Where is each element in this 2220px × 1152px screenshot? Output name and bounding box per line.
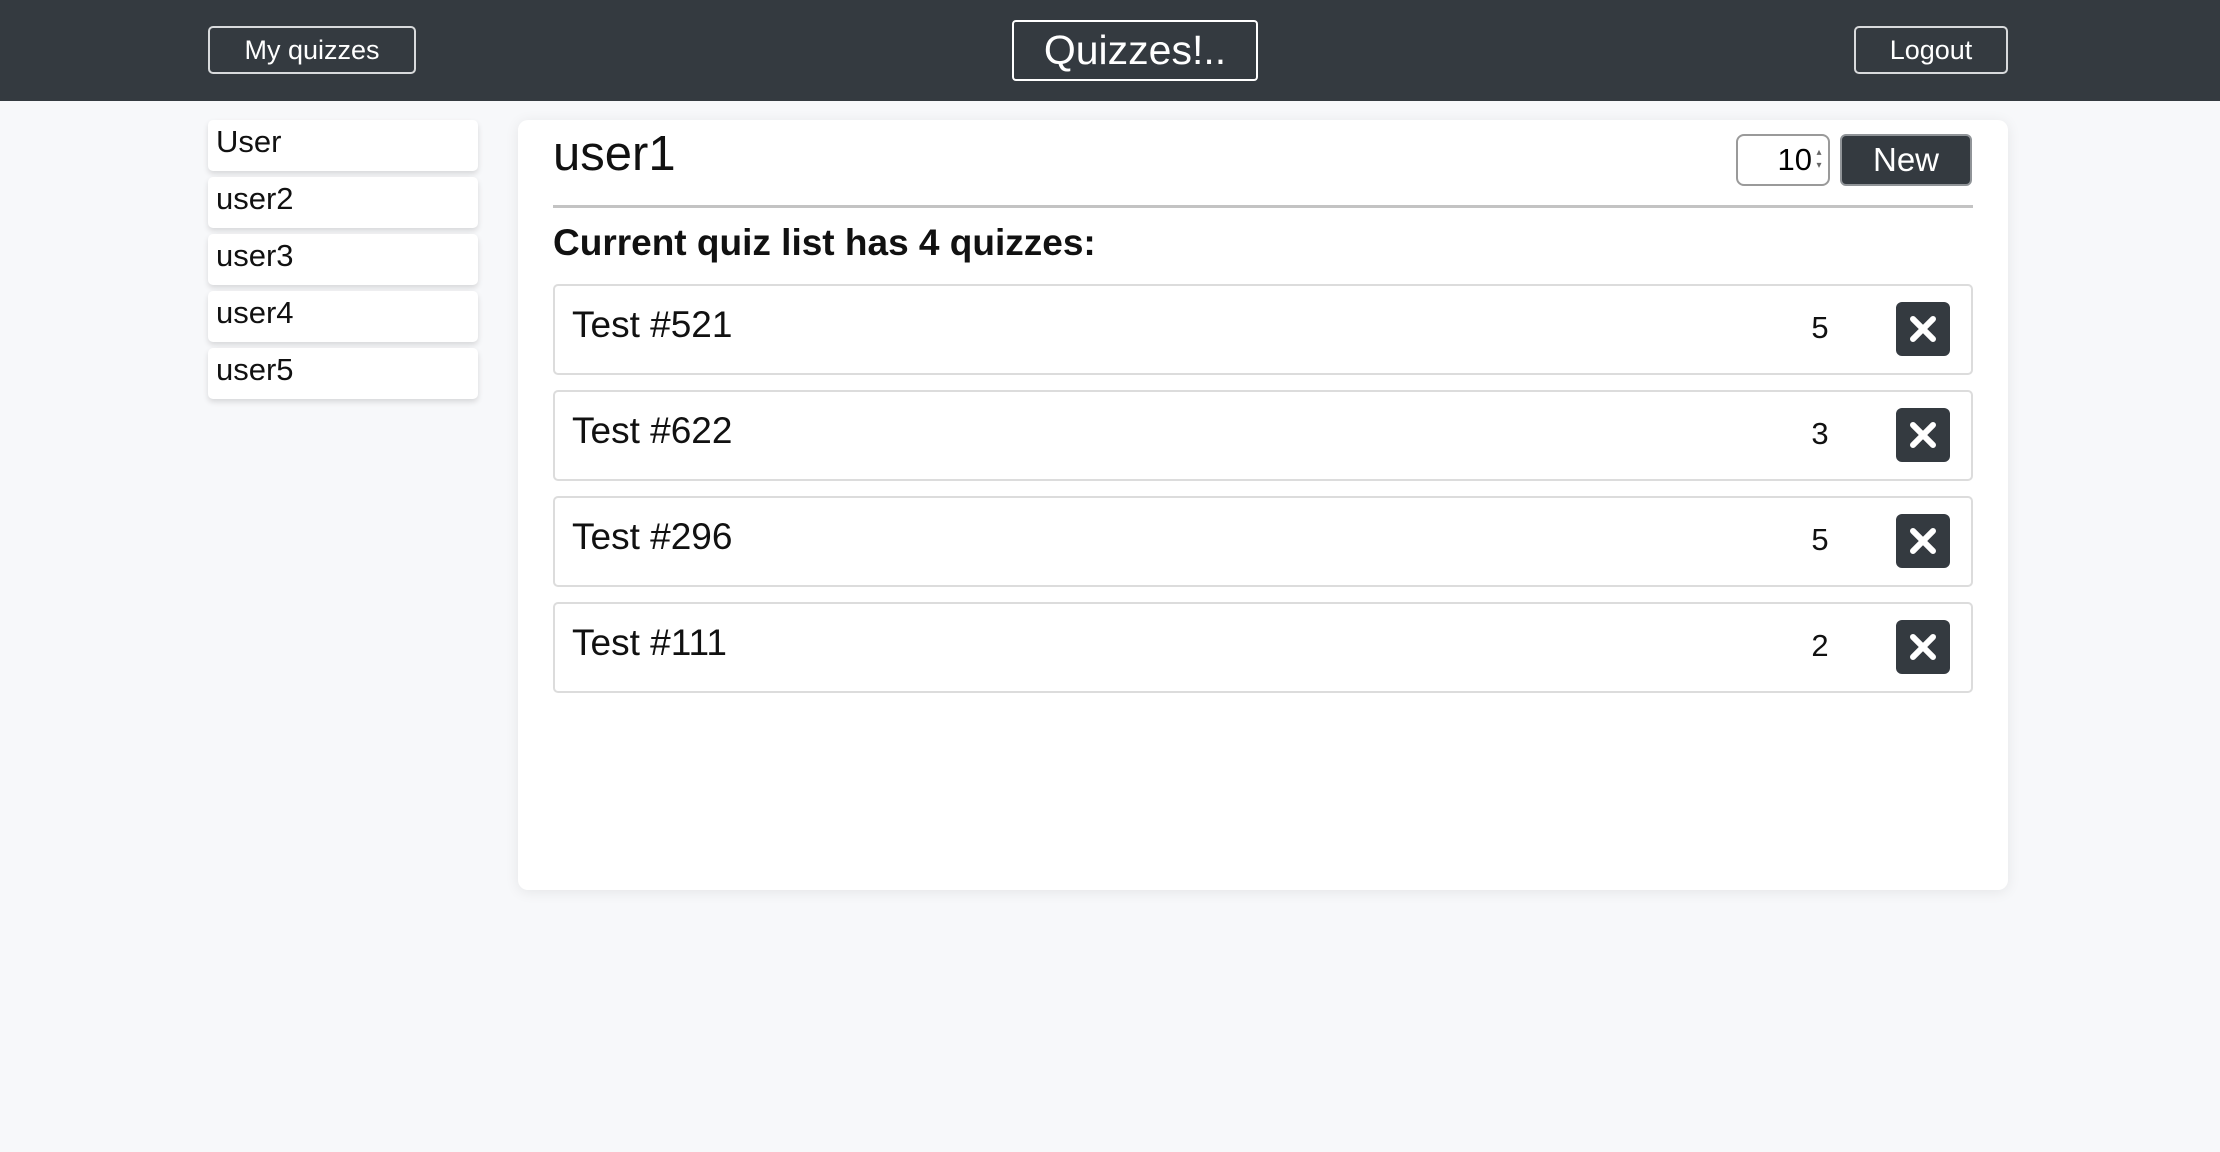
- logout-button[interactable]: Logout: [1854, 26, 2008, 74]
- delete-quiz-button[interactable]: [1896, 514, 1950, 568]
- top-navbar: My quizzes Quizzes!.. Logout: [0, 0, 2220, 101]
- sidebar-item-user2[interactable]: user2: [208, 177, 478, 228]
- sidebar-item-user5[interactable]: user5: [208, 348, 478, 399]
- quiz-question-count: 2: [1811, 628, 1829, 663]
- quiz-name: Test #622: [572, 410, 733, 451]
- page-title: user1: [553, 127, 676, 181]
- close-icon: [1910, 422, 1936, 448]
- delete-quiz-button[interactable]: [1896, 302, 1950, 356]
- quiz-panel: user1 ▴▾ New Current quiz list has 4 qui…: [518, 120, 2008, 890]
- quiz-name: Test #111: [572, 622, 727, 663]
- sidebar-item-label: user5: [216, 351, 294, 387]
- sidebar-item-label: user4: [216, 294, 294, 330]
- quiz-question-count: 5: [1811, 522, 1829, 557]
- divider: [553, 205, 1973, 208]
- my-quizzes-button[interactable]: My quizzes: [208, 26, 416, 74]
- sidebar-item-user4[interactable]: user4: [208, 291, 478, 342]
- delete-quiz-button[interactable]: [1896, 620, 1950, 674]
- quiz-count-stepper[interactable]: ▴▾: [1736, 134, 1830, 186]
- close-icon: [1910, 316, 1936, 342]
- quiz-question-count: 3: [1811, 416, 1829, 451]
- quiz-question-count: 5: [1811, 310, 1829, 345]
- quiz-row[interactable]: Test #296 5: [553, 496, 1973, 587]
- quiz-name: Test #296: [572, 516, 733, 557]
- user-sidebar: User user2 user3 user4 user5: [208, 120, 478, 405]
- quiz-row[interactable]: Test #521 5: [553, 284, 1973, 375]
- sidebar-item-label: User: [216, 123, 282, 159]
- close-icon: [1910, 528, 1936, 554]
- delete-quiz-button[interactable]: [1896, 408, 1950, 462]
- sidebar-item-user[interactable]: User: [208, 120, 478, 171]
- quiz-row[interactable]: Test #111 2: [553, 602, 1973, 693]
- sidebar-item-user3[interactable]: user3: [208, 234, 478, 285]
- quiz-list-heading: Current quiz list has 4 quizzes:: [553, 222, 1096, 263]
- quiz-list: Test #521 5 Test #622 3 Test #296 5 Test…: [553, 284, 1973, 708]
- sidebar-item-label: user3: [216, 237, 294, 273]
- quiz-count-input[interactable]: [1738, 136, 1816, 184]
- quiz-row[interactable]: Test #622 3: [553, 390, 1973, 481]
- close-icon: [1910, 634, 1936, 660]
- quiz-name: Test #521: [572, 304, 733, 345]
- sidebar-item-label: user2: [216, 180, 294, 216]
- spinner-arrows-icon[interactable]: ▴ ▾: [1813, 146, 1825, 174]
- brand-logo[interactable]: Quizzes!..: [1012, 20, 1258, 81]
- new-quiz-button[interactable]: New: [1840, 134, 1972, 186]
